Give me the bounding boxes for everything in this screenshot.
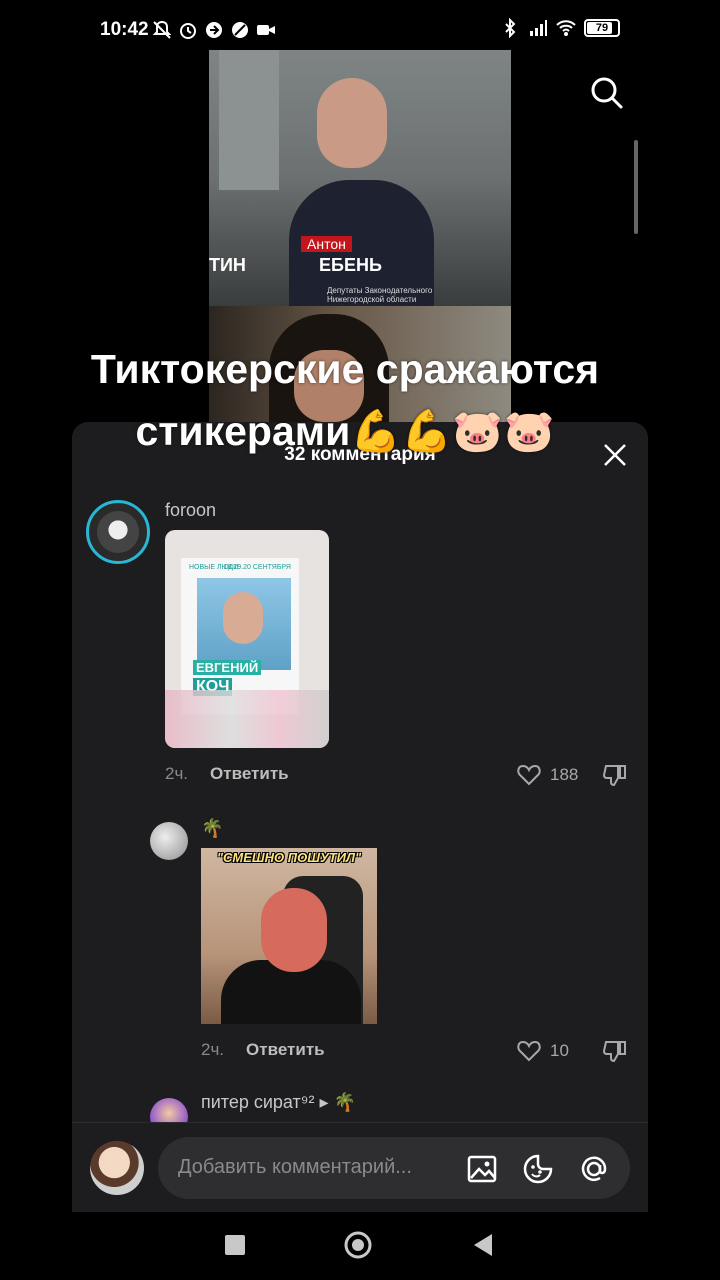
comment-meta: 2ч. Ответить	[165, 764, 289, 784]
signal-icon	[530, 20, 547, 36]
poster-last-name: ЕБЕНЬ	[319, 255, 382, 275]
poster-date: 18.19.20 СЕНТЯБРЯ	[223, 564, 291, 571]
bluetooth-icon	[505, 18, 516, 38]
data-saver-icon	[206, 22, 222, 38]
like-count: 10	[550, 1041, 569, 1060]
scroll-indicator	[634, 140, 638, 234]
blocked-icon	[232, 22, 248, 38]
video-camera-icon	[257, 25, 275, 35]
home-icon[interactable]	[343, 1230, 373, 1260]
comment-input[interactable]: Добавить комментарий...	[158, 1137, 630, 1199]
avatar[interactable]	[86, 500, 150, 564]
system-nav-bar	[0, 1212, 720, 1280]
reply-button[interactable]: Ответить	[246, 1040, 325, 1060]
politician-head	[317, 78, 387, 168]
status-time: 10:42	[100, 19, 149, 40]
video-poster-image: Антон ТИН ЕБЕНЬ Депутаты Законодательног…	[209, 50, 511, 306]
mention-icon[interactable]	[578, 1153, 610, 1185]
recent-apps-icon[interactable]	[220, 1230, 250, 1260]
poster-subtitle: Депутаты Законодательного Нижегородской …	[327, 286, 433, 304]
image-icon[interactable]	[466, 1153, 498, 1185]
like-button[interactable]: 10	[516, 1038, 569, 1064]
comment-username[interactable]: foroon	[165, 500, 216, 521]
comment-time: 2ч.	[165, 764, 189, 783]
like-button[interactable]: 188	[516, 762, 578, 788]
alarm-icon	[180, 23, 196, 39]
dislike-icon[interactable]	[602, 1038, 628, 1064]
avatar[interactable]	[150, 822, 188, 860]
comment-input-placeholder: Добавить комментарий...	[178, 1156, 412, 1178]
back-icon[interactable]	[468, 1230, 498, 1260]
poster-first-name: Антон	[301, 236, 352, 252]
comment-username[interactable]: питер сират⁹² ▸ 🌴	[201, 1092, 356, 1113]
heart-icon	[517, 764, 541, 786]
sticker-icon[interactable]	[522, 1153, 554, 1185]
comment-sticker: "СМЕШНО ПОШУТИЛ"	[201, 848, 377, 1024]
tower-image	[219, 50, 279, 190]
comment-username[interactable]: 🌴	[201, 818, 223, 839]
comment-time: 2ч.	[201, 1040, 225, 1059]
heart-icon	[517, 1040, 541, 1062]
comment-meta: 2ч. Ответить	[201, 1040, 325, 1060]
poster-first-name: ЕВГЕНИЙ	[193, 660, 262, 675]
dislike-icon[interactable]	[602, 762, 628, 788]
poster-left-name: ТИН	[209, 255, 246, 275]
comment-sticker: НОВЫЕ ЛЮДИ 18.19.20 СЕНТЯБРЯ ЕВГЕНИЙ КОЧ	[165, 530, 329, 748]
like-count: 188	[550, 765, 579, 784]
battery-indicator: 79	[584, 19, 620, 37]
reply-button[interactable]: Ответить	[210, 764, 289, 784]
search-icon[interactable]	[590, 76, 624, 110]
video-caption: Тиктокерские сражаются стикерами💪💪🐷🐷	[90, 346, 600, 454]
mute-bell-icon	[152, 20, 172, 39]
wifi-icon	[556, 20, 576, 36]
comment-input-bar: Добавить комментарий...	[72, 1122, 648, 1212]
avatar	[90, 1141, 144, 1195]
sticker-caption: "СМЕШНО ПОШУТИЛ"	[216, 850, 362, 865]
